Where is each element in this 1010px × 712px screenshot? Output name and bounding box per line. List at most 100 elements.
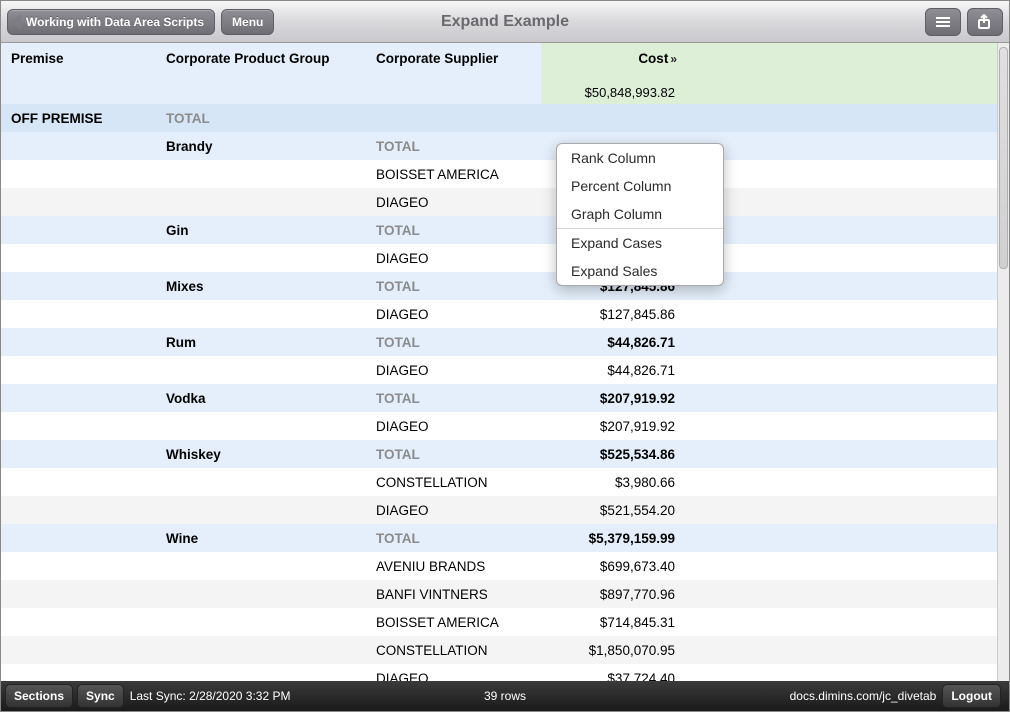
- cell-supplier: TOTAL: [366, 384, 541, 412]
- table-row[interactable]: DIAGEO$2,895.28: [1, 244, 997, 272]
- cell-spacer: [701, 468, 997, 496]
- cell-spacer: [701, 664, 997, 681]
- cell-premise: [1, 384, 156, 412]
- back-button[interactable]: Working with Data Area Scripts: [7, 9, 215, 35]
- table-row[interactable]: BOISSET AMERICA$714,845.31: [1, 608, 997, 636]
- table-scroll[interactable]: Premise Corporate Product Group Corporat…: [1, 43, 997, 681]
- menu-button[interactable]: Menu: [221, 9, 274, 35]
- cell-supplier: BOISSET AMERICA: [366, 160, 541, 188]
- table-row[interactable]: BANFI VINTNERS$897,770.96: [1, 580, 997, 608]
- footer-url: docs.dimins.com/jc_divetab: [790, 689, 937, 703]
- cell-spacer: [701, 636, 997, 664]
- table-row[interactable]: MixesTOTAL$127,845.86: [1, 272, 997, 300]
- vertical-scrollbar[interactable]: [997, 43, 1009, 681]
- table-row[interactable]: DIAGEO$37,724.40: [1, 664, 997, 681]
- table-row[interactable]: DIAGEO$521,554.20: [1, 496, 997, 524]
- ctx-rank-column[interactable]: Rank Column: [557, 144, 723, 172]
- cell-cost: $3,980.66: [541, 468, 701, 496]
- cell-cost: $207,919.92: [541, 384, 701, 412]
- cell-spacer: [701, 608, 997, 636]
- cell-supplier: TOTAL: [366, 524, 541, 552]
- cell-spacer: [701, 104, 997, 132]
- cell-group: [156, 636, 366, 664]
- share-icon[interactable]: [967, 8, 1003, 36]
- table-row[interactable]: WhiskeyTOTAL$525,534.86: [1, 440, 997, 468]
- cell-cost: $207,919.92: [541, 412, 701, 440]
- cell-group: [156, 356, 366, 384]
- table-row[interactable]: RumTOTAL$44,826.71: [1, 328, 997, 356]
- cell-group: [156, 300, 366, 328]
- cell-cost: $521,554.20: [541, 496, 701, 524]
- cell-spacer: [701, 244, 997, 272]
- cell-group: Mixes: [156, 272, 366, 300]
- app-window: Working with Data Area Scripts Menu Expa…: [0, 0, 1010, 712]
- cell-group: [156, 608, 366, 636]
- table-row[interactable]: DIAGEO$44,826.71: [1, 356, 997, 384]
- ctx-expand-sales[interactable]: Expand Sales: [557, 257, 723, 285]
- ctx-expand-cases[interactable]: Expand Cases: [557, 229, 723, 257]
- table-row[interactable]: WineTOTAL$5,379,159.99: [1, 524, 997, 552]
- cell-premise: [1, 272, 156, 300]
- ctx-graph-column[interactable]: Graph Column: [557, 200, 723, 228]
- cell-supplier: [366, 104, 541, 132]
- table-row[interactable]: DIAGEO$207,919.92: [1, 412, 997, 440]
- table-row[interactable]: CONSTELLATION$1,850,070.95: [1, 636, 997, 664]
- table-row[interactable]: CONSTELLATION$3,980.66: [1, 468, 997, 496]
- cell-cost: $5,379,159.99: [541, 524, 701, 552]
- cell-group: Gin: [156, 216, 366, 244]
- logout-button[interactable]: Logout: [942, 684, 1001, 708]
- ctx-percent-column[interactable]: Percent Column: [557, 172, 723, 200]
- row-count-text: 39 rows: [484, 689, 526, 703]
- cell-supplier: DIAGEO: [366, 356, 541, 384]
- cell-premise: [1, 216, 156, 244]
- cell-premise: [1, 524, 156, 552]
- cell-spacer: [701, 160, 997, 188]
- cell-spacer: [701, 524, 997, 552]
- cell-spacer: [701, 300, 997, 328]
- cell-premise: [1, 160, 156, 188]
- cell-cost: $699,673.40: [541, 552, 701, 580]
- col-premise-header[interactable]: Premise: [1, 43, 156, 104]
- table-row[interactable]: AVENIU BRANDS$699,673.40: [1, 552, 997, 580]
- cell-supplier: CONSTELLATION: [366, 636, 541, 664]
- cell-cost: $1,850,070.95: [541, 636, 701, 664]
- page-title: Expand Example: [441, 13, 569, 31]
- cell-premise: [1, 552, 156, 580]
- table-row[interactable]: GinTOTAL: [1, 216, 997, 244]
- cell-spacer: [701, 272, 997, 300]
- col-cost-header[interactable]: Cost»: [541, 43, 701, 71]
- cell-spacer: [701, 356, 997, 384]
- table-row[interactable]: BOISSET AMERICA: [1, 160, 997, 188]
- table-row[interactable]: DIAGEO$127,845.86: [1, 300, 997, 328]
- sync-button[interactable]: Sync: [77, 684, 124, 708]
- cell-supplier: DIAGEO: [366, 496, 541, 524]
- table-row[interactable]: BrandyTOTAL: [1, 132, 997, 160]
- cell-spacer: [701, 580, 997, 608]
- cell-premise: [1, 300, 156, 328]
- list-view-icon[interactable]: [925, 8, 961, 36]
- cell-cost: $714,845.31: [541, 608, 701, 636]
- table-row[interactable]: OFF PREMISETOTAL: [1, 104, 997, 132]
- sections-button[interactable]: Sections: [5, 684, 73, 708]
- header-row: Premise Corporate Product Group Corporat…: [1, 43, 997, 71]
- cell-group: [156, 412, 366, 440]
- cell-spacer: [701, 188, 997, 216]
- col-supplier-header[interactable]: Corporate Supplier: [366, 43, 541, 104]
- cell-supplier: DIAGEO: [366, 300, 541, 328]
- cell-spacer: [701, 440, 997, 468]
- col-group-header[interactable]: Corporate Product Group: [156, 43, 366, 104]
- cell-cost: [541, 104, 701, 132]
- cell-premise: [1, 440, 156, 468]
- cell-spacer: [701, 216, 997, 244]
- cell-supplier: TOTAL: [366, 328, 541, 356]
- cell-supplier: TOTAL: [366, 440, 541, 468]
- cell-supplier: TOTAL: [366, 216, 541, 244]
- cell-spacer: [701, 496, 997, 524]
- cell-premise: [1, 244, 156, 272]
- cell-spacer: [701, 132, 997, 160]
- table-row[interactable]: DIAGEO: [1, 188, 997, 216]
- header-bar: Working with Data Area Scripts Menu Expa…: [1, 1, 1009, 43]
- cell-group: [156, 580, 366, 608]
- table-row[interactable]: VodkaTOTAL$207,919.92: [1, 384, 997, 412]
- table-body: OFF PREMISETOTALBrandyTOTALBOISSET AMERI…: [1, 104, 997, 681]
